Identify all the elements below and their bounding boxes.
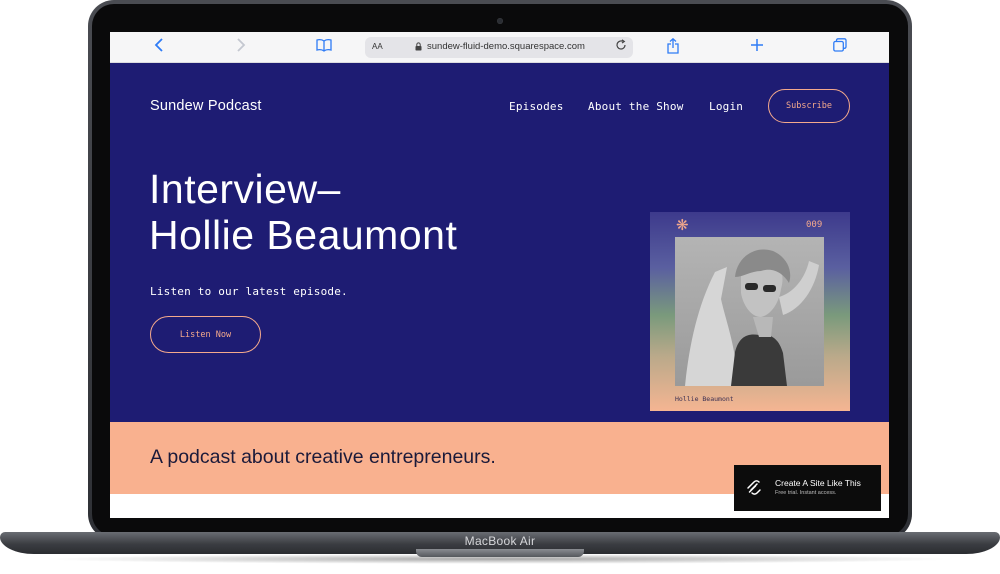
- promo-title: Create A Site Like This: [775, 478, 861, 488]
- device-label: MacBook Air: [464, 534, 536, 548]
- reload-icon[interactable]: [615, 39, 627, 54]
- page-title: Interview– Hollie Beaumont: [149, 166, 457, 258]
- laptop-base: MacBook Air: [0, 532, 1000, 574]
- address-bar[interactable]: AA sundew-fluid-demo.squarespace.com: [365, 37, 633, 58]
- site-logo[interactable]: Sundew Podcast: [150, 98, 262, 114]
- url-text: sundew-fluid-demo.squarespace.com: [427, 41, 585, 52]
- episode-card[interactable]: ❋ 009 Hollie Beaumont: [650, 212, 850, 411]
- listen-now-button[interactable]: Listen Now: [150, 316, 261, 353]
- tagline: A podcast about creative entrepreneurs.: [150, 446, 496, 468]
- nav-about[interactable]: About the Show: [588, 100, 684, 113]
- hero-section: Sundew Podcast Episodes About the Show L…: [110, 63, 889, 422]
- create-site-promo[interactable]: Create A Site Like This Free trial. Inst…: [734, 465, 881, 511]
- episode-number: 009: [806, 220, 823, 230]
- asterisk-icon: ❋: [676, 217, 689, 234]
- promo-subtitle: Free trial. Instant access.: [775, 490, 837, 496]
- nav-login[interactable]: Login: [709, 100, 743, 113]
- title-line-2: Hollie Beaumont: [149, 212, 458, 258]
- title-line-1: Interview–: [149, 166, 341, 212]
- book-icon[interactable]: [315, 38, 333, 56]
- subscribe-button[interactable]: Subscribe: [768, 89, 850, 123]
- hero-subtitle: Listen to our latest episode.: [150, 285, 348, 298]
- chevron-right-icon[interactable]: [234, 38, 248, 56]
- camera: [497, 18, 503, 24]
- opening-notch: [416, 549, 584, 557]
- chevron-left-icon[interactable]: [152, 38, 166, 56]
- lock-icon: [415, 42, 422, 51]
- episode-caption: Hollie Beaumont: [675, 395, 734, 403]
- squarespace-logo-icon: [746, 479, 762, 495]
- text-size-button[interactable]: AA: [372, 42, 383, 51]
- browser-toolbar: AA sundew-fluid-demo.squarespace.com: [110, 32, 889, 63]
- nav-episodes[interactable]: Episodes: [509, 100, 564, 113]
- tabs-icon[interactable]: [832, 38, 848, 56]
- share-icon[interactable]: [666, 37, 680, 56]
- plus-icon[interactable]: [750, 38, 764, 56]
- episode-photo: [675, 237, 824, 386]
- browser-screen: AA sundew-fluid-demo.squarespace.com Sun…: [110, 32, 889, 518]
